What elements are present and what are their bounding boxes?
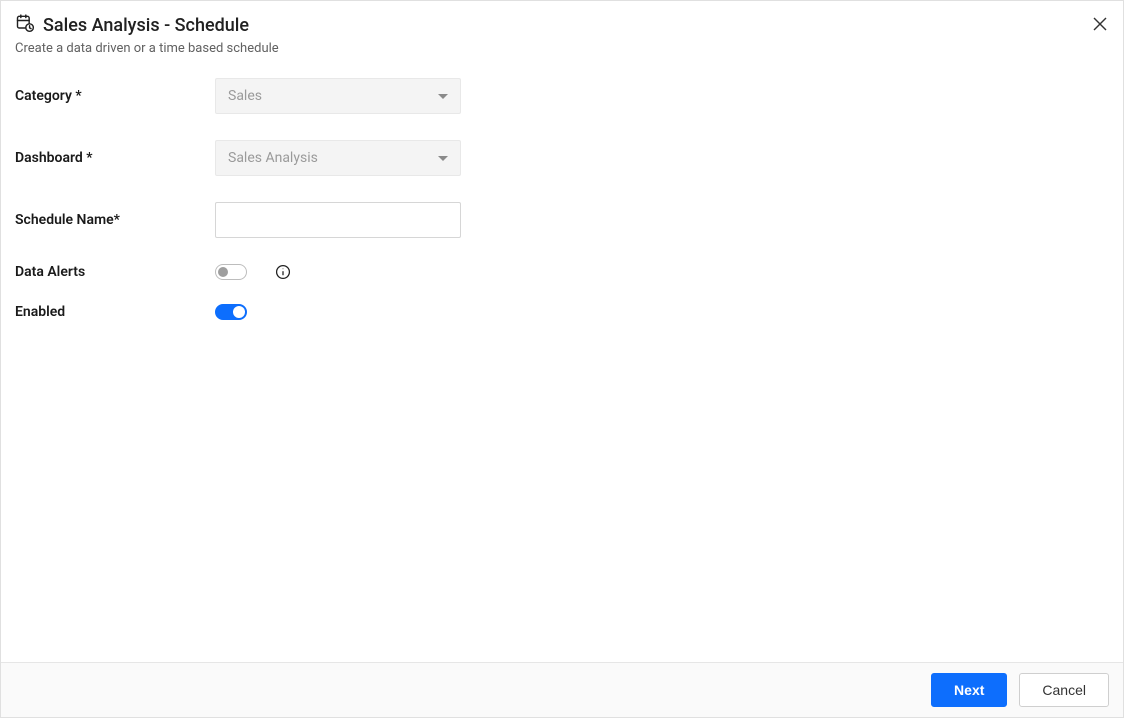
close-button[interactable] — [1091, 15, 1109, 36]
cancel-button[interactable]: Cancel — [1019, 673, 1109, 707]
chevron-down-icon — [438, 94, 448, 99]
data-alerts-toggle[interactable] — [215, 264, 247, 280]
info-icon[interactable] — [275, 264, 291, 280]
schedule-name-label: Schedule Name* — [15, 212, 215, 228]
modal-title: Sales Analysis - Schedule — [43, 15, 249, 36]
schedule-name-input[interactable] — [215, 202, 461, 238]
enabled-row: Enabled — [15, 304, 1109, 320]
data-alerts-label: Data Alerts — [15, 264, 215, 280]
modal-header: Sales Analysis - Schedule Create a data … — [1, 1, 1123, 64]
modal-subtitle: Create a data driven or a time based sch… — [15, 41, 1109, 56]
dashboard-row: Dashboard * Sales Analysis — [15, 140, 1109, 176]
modal-body: Category * Sales Dashboard * Sales Analy… — [1, 64, 1123, 662]
dashboard-value: Sales Analysis — [228, 150, 318, 166]
dashboard-label: Dashboard * — [15, 150, 215, 166]
enabled-label: Enabled — [15, 304, 215, 320]
dashboard-select[interactable]: Sales Analysis — [215, 140, 461, 176]
category-label: Category * — [15, 88, 215, 104]
category-value: Sales — [228, 88, 262, 104]
modal-footer: Next Cancel — [1, 662, 1123, 717]
enabled-toggle[interactable] — [215, 304, 247, 320]
calendar-schedule-icon — [15, 13, 35, 37]
category-select[interactable]: Sales — [215, 78, 461, 114]
next-button[interactable]: Next — [931, 673, 1007, 707]
schedule-modal: Sales Analysis - Schedule Create a data … — [0, 0, 1124, 718]
close-icon — [1093, 19, 1107, 34]
data-alerts-row: Data Alerts — [15, 264, 1109, 280]
schedule-name-row: Schedule Name* — [15, 202, 1109, 238]
category-row: Category * Sales — [15, 78, 1109, 114]
title-row: Sales Analysis - Schedule — [15, 13, 1109, 37]
chevron-down-icon — [438, 156, 448, 161]
